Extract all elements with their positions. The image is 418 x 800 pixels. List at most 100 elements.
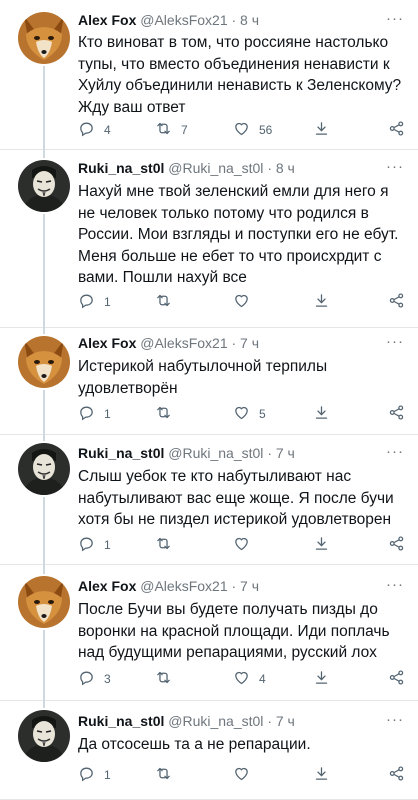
- tweet-header: Ruki_na_st0l @Ruki_na_st0l · 8 ч: [78, 160, 295, 176]
- author-name[interactable]: Alex Fox: [78, 578, 136, 594]
- tweet-actions: 34: [78, 669, 408, 689]
- tweet-text: После Бучи вы будете получать пизды до в…: [78, 601, 390, 661]
- tweet-timestamp[interactable]: · 7 ч: [232, 335, 260, 351]
- reply-button[interactable]: 3: [78, 669, 111, 689]
- avatar[interactable]: [18, 12, 70, 64]
- avatar[interactable]: [18, 336, 70, 388]
- more-options-icon[interactable]: ···: [386, 10, 404, 27]
- retweet-button[interactable]: [155, 765, 181, 785]
- avatar[interactable]: [18, 710, 70, 762]
- tweet-timestamp[interactable]: · 8 ч: [267, 160, 295, 176]
- retweet-button[interactable]: [155, 404, 181, 424]
- download-icon: [313, 765, 330, 785]
- retweet-count: 7: [181, 123, 188, 137]
- download-button[interactable]: [313, 404, 330, 424]
- download-icon: [313, 669, 330, 689]
- heart-icon: [233, 120, 250, 140]
- author-name[interactable]: Ruki_na_st0l: [78, 713, 164, 729]
- tweet-timestamp[interactable]: · 7 ч: [267, 713, 295, 729]
- tweet-text: Нахуй мне твой зеленский емли для него я…: [78, 183, 399, 286]
- retweet-button[interactable]: [155, 669, 181, 689]
- download-button[interactable]: [313, 765, 330, 785]
- retweet-icon: [155, 292, 172, 312]
- author-name[interactable]: Ruki_na_st0l: [78, 445, 164, 461]
- more-options-icon[interactable]: ···: [386, 576, 404, 593]
- tweet-timestamp[interactable]: · 7 ч: [267, 445, 295, 461]
- retweet-button[interactable]: 7: [155, 120, 188, 140]
- author-name[interactable]: Alex Fox: [78, 12, 136, 28]
- tweet[interactable]: Ruki_na_st0l @Ruki_na_st0l · 8 ч ··· Нахуй…: [0, 150, 418, 328]
- author-handle[interactable]: @AleksFox21: [140, 335, 227, 351]
- download-icon: [313, 292, 330, 312]
- download-button[interactable]: [313, 669, 330, 689]
- share-button[interactable]: [388, 120, 405, 140]
- download-button[interactable]: [313, 535, 330, 555]
- tweet[interactable]: Alex Fox @AleksFox21 · 8 ч ··· Кто виноват…: [0, 0, 418, 150]
- like-button[interactable]: [233, 765, 259, 785]
- download-icon: [313, 535, 330, 555]
- retweet-button[interactable]: [155, 292, 181, 312]
- reply-icon: [78, 292, 95, 312]
- download-button[interactable]: [313, 120, 330, 140]
- avatar[interactable]: [18, 443, 70, 495]
- reply-button[interactable]: 4: [78, 120, 111, 140]
- tweet-header: Alex Fox @AleksFox21 · 8 ч: [78, 12, 259, 28]
- share-button[interactable]: [388, 765, 405, 785]
- author-handle[interactable]: @Ruki_na_st0l: [168, 445, 263, 461]
- tweet[interactable]: Ruki_na_st0l @Ruki_na_st0l · 7 ч ··· Да от…: [0, 701, 418, 800]
- tweet-actions: 1: [78, 292, 408, 312]
- like-button[interactable]: 4: [233, 669, 266, 689]
- retweet-button[interactable]: [155, 535, 181, 555]
- reply-icon: [78, 765, 95, 785]
- reply-button[interactable]: 1: [78, 404, 111, 424]
- reply-icon: [78, 535, 95, 555]
- tweet[interactable]: Ruki_na_st0l @Ruki_na_st0l · 7 ч ··· Слыш …: [0, 435, 418, 565]
- reply-button[interactable]: 1: [78, 535, 111, 555]
- thread-connector-line: [43, 150, 45, 158]
- thread-connector-line: [43, 435, 45, 441]
- tweet[interactable]: Alex Fox @AleksFox21 · 7 ч ··· Истерикой н…: [0, 328, 418, 435]
- author-handle[interactable]: @Ruki_na_st0l: [168, 713, 263, 729]
- reply-button[interactable]: 1: [78, 292, 111, 312]
- share-button[interactable]: [388, 669, 405, 689]
- more-options-icon[interactable]: ···: [386, 443, 404, 460]
- tweet-actions: 1: [78, 535, 408, 555]
- like-button[interactable]: [233, 535, 259, 555]
- like-count: 4: [259, 672, 266, 686]
- share-icon: [388, 535, 405, 555]
- author-handle[interactable]: @AleksFox21: [140, 578, 227, 594]
- author-handle[interactable]: @AleksFox21: [140, 12, 227, 28]
- share-icon: [388, 765, 405, 785]
- thread-connector-line: [43, 390, 45, 435]
- more-options-icon[interactable]: ···: [386, 711, 404, 728]
- heart-icon: [233, 404, 250, 424]
- more-options-icon[interactable]: ···: [386, 333, 404, 350]
- tweet-header: Ruki_na_st0l @Ruki_na_st0l · 7 ч: [78, 713, 295, 729]
- reply-count: 1: [104, 538, 111, 552]
- share-button[interactable]: [388, 404, 405, 424]
- retweet-icon: [155, 535, 172, 555]
- author-name[interactable]: Ruki_na_st0l: [78, 160, 164, 176]
- tweet-text: Кто виноват в том, что россияне настольк…: [78, 34, 402, 116]
- tweet-timestamp[interactable]: · 8 ч: [232, 12, 260, 28]
- heart-icon: [233, 292, 250, 312]
- download-button[interactable]: [313, 292, 330, 312]
- reply-count: 1: [104, 295, 111, 309]
- like-button[interactable]: [233, 292, 259, 312]
- tweet-timestamp[interactable]: · 7 ч: [232, 578, 260, 594]
- author-handle[interactable]: @Ruki_na_st0l: [168, 160, 263, 176]
- retweet-icon: [155, 669, 172, 689]
- more-options-icon[interactable]: ···: [386, 158, 404, 175]
- avatar[interactable]: [18, 576, 70, 628]
- tweet-text: Истерикой набутылочной терпилы удовлетво…: [78, 358, 328, 397]
- download-icon: [313, 404, 330, 424]
- avatar[interactable]: [18, 160, 70, 212]
- thread-connector-line: [43, 66, 45, 150]
- share-button[interactable]: [388, 535, 405, 555]
- share-button[interactable]: [388, 292, 405, 312]
- tweet[interactable]: Alex Fox @AleksFox21 · 7 ч ··· После Бучи …: [0, 565, 418, 701]
- like-button[interactable]: 5: [233, 404, 266, 424]
- reply-button[interactable]: 1: [78, 765, 111, 785]
- like-button[interactable]: 56: [233, 120, 272, 140]
- author-name[interactable]: Alex Fox: [78, 335, 136, 351]
